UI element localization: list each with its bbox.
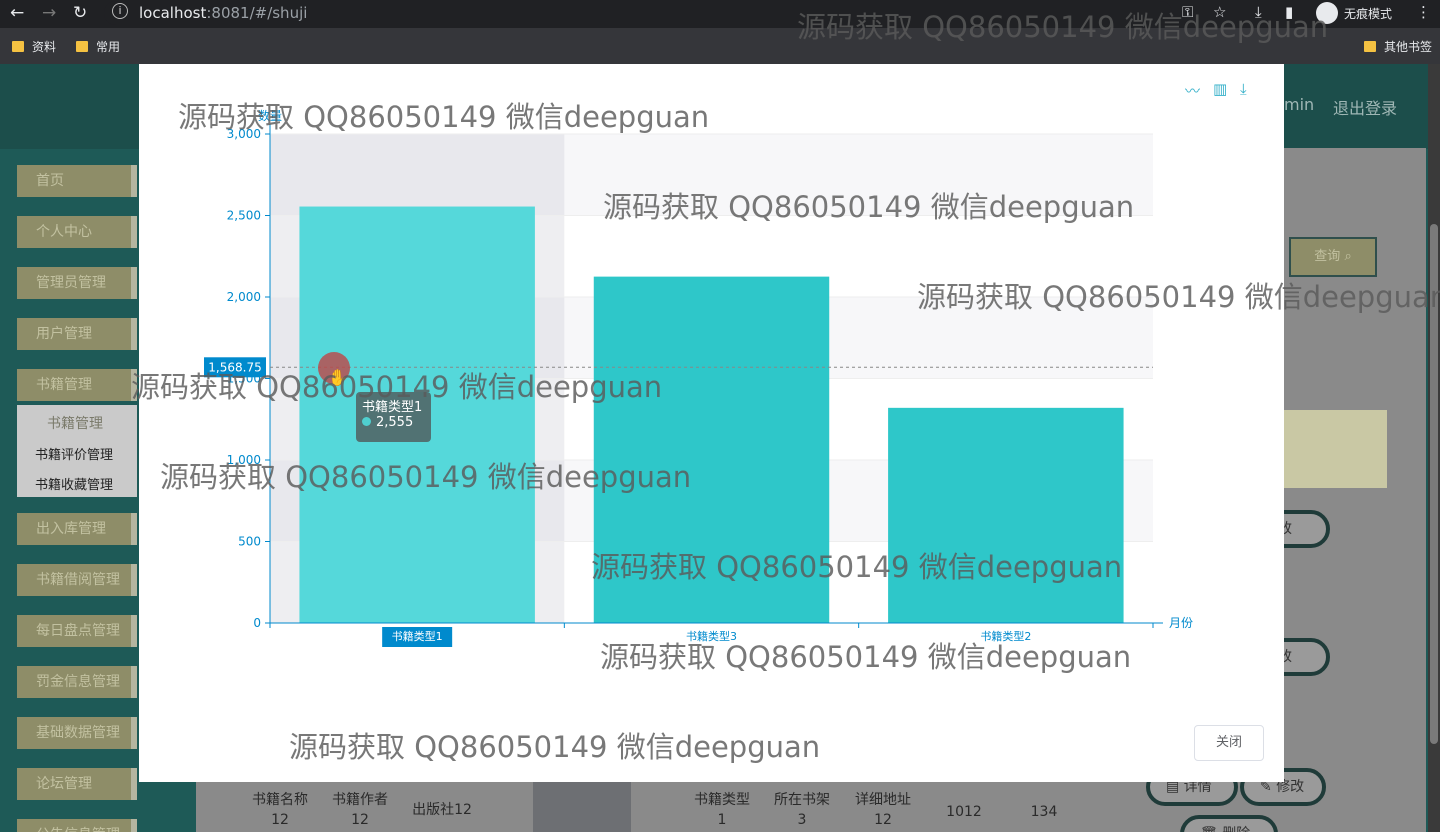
watermark-text: 源码获取 QQ86050149 微信deepguan — [160, 460, 692, 494]
watermark-text: 源码获取 QQ86050149 微信deepguan — [591, 550, 1123, 584]
table-cell: 1012 — [946, 804, 982, 820]
table-cell: 详细地址 12 — [855, 792, 911, 828]
sidebar-item-reviews[interactable]: 书籍评价管理 — [35, 444, 113, 463]
tooltip-value: 2,555 — [376, 415, 414, 430]
watermark-text: 源码获取 QQ86050149 微信deepguan — [178, 100, 710, 134]
table-cell: 出版社12 — [412, 802, 472, 818]
site-info-icon[interactable]: i — [112, 3, 128, 19]
folder-icon — [76, 41, 88, 52]
page-scrollbar[interactable] — [1428, 64, 1440, 832]
sidebar-item-forum[interactable]: 论坛管理 — [17, 768, 137, 800]
y-tick-label: 2,500 — [227, 209, 261, 223]
menu-icon[interactable]: ⋮ — [1416, 3, 1431, 21]
x-axis-title: 月份 — [1169, 616, 1193, 630]
bookmark-folder-changyong[interactable]: 常用 — [76, 38, 120, 55]
bar — [888, 407, 1124, 623]
sidebar-item-inout[interactable]: 出入库管理 — [17, 513, 137, 545]
sidebar-submenu-books: 书籍管理 书籍评价管理 书籍收藏管理 — [17, 405, 137, 497]
sidebar-item-basedata[interactable]: 基础数据管理 — [17, 717, 137, 749]
book-cover-image — [533, 782, 631, 832]
sidebar-item-notice[interactable]: 公告信息管理 — [17, 819, 137, 832]
watermark-text: 源码获取 QQ86050149 微信deepguan — [603, 190, 1135, 224]
sidebar-item-admin[interactable]: 管理员管理 — [17, 267, 137, 299]
watermark-text: 源码获取 QQ86050149 微信deepguan — [797, 10, 1329, 44]
sidebar-item-favorites[interactable]: 书籍收藏管理 — [35, 474, 113, 493]
back-icon[interactable]: ← — [10, 3, 24, 23]
watermark-text: 源码获取 QQ86050149 微信deepguan — [131, 370, 663, 404]
sidebar-item-borrow[interactable]: 书籍借阅管理 — [17, 564, 137, 596]
bookmark-folder-ziliao[interactable]: 资料 — [12, 38, 56, 55]
sidebar-item-profile[interactable]: 个人中心 — [17, 216, 137, 248]
y-tick-label: 0 — [253, 616, 261, 630]
delete-icon: 🗑 — [1200, 826, 1218, 832]
forward-icon[interactable]: → — [42, 3, 56, 23]
watermark-text: 源码获取 QQ86050149 微信deepguan — [289, 730, 821, 764]
series-dot-icon — [362, 417, 371, 426]
sidebar-item-users[interactable]: 用户管理 — [17, 318, 137, 350]
search-button[interactable]: 查询 ⌕ — [1289, 237, 1377, 277]
x-tick-label: 书籍类型1 — [392, 629, 443, 643]
y-tick-label: 2,000 — [227, 290, 261, 304]
header-user: min — [1284, 95, 1315, 114]
sidebar-item-fines[interactable]: 罚金信息管理 — [17, 666, 137, 698]
folder-icon — [1364, 41, 1376, 52]
logout-link[interactable]: 退出登录 — [1333, 95, 1397, 119]
sidebar-item-home[interactable]: 首页 — [17, 165, 137, 197]
sidebar-item-inventory[interactable]: 每日盘点管理 — [17, 615, 137, 647]
submenu-title[interactable]: 书籍管理 — [47, 413, 103, 433]
delete-button[interactable]: 🗑 删除 — [1180, 815, 1278, 832]
incognito-label: 无痕模式 — [1344, 7, 1393, 21]
tooltip-value-row: 2,555 — [362, 415, 425, 430]
table-cell: 书籍作者 12 — [332, 792, 388, 828]
table-cell: 所在书架 3 — [774, 792, 830, 828]
reload-icon[interactable]: ↻ — [73, 3, 87, 23]
table-cell: 134 — [1030, 804, 1058, 820]
bookmark-other[interactable]: 其他书签 — [1364, 38, 1432, 55]
table-cell: 书籍名称 12 — [252, 792, 308, 828]
table-header-band — [1283, 410, 1387, 488]
table-cell: 书籍类型 1 — [694, 792, 750, 828]
watermark-text: 源码获取 QQ86050149 微信deepguan — [917, 280, 1440, 314]
folder-icon — [12, 41, 24, 52]
close-button[interactable]: 关闭 — [1194, 725, 1264, 761]
search-icon: ⌕ — [1344, 249, 1352, 264]
y-tick-label: 500 — [238, 535, 261, 549]
sidebar-item-books[interactable]: 书籍管理 — [17, 369, 137, 401]
url-text: localhost:8081/#/shuji — [139, 4, 308, 22]
watermark-text: 源码获取 QQ86050149 微信deepguan — [600, 640, 1132, 674]
